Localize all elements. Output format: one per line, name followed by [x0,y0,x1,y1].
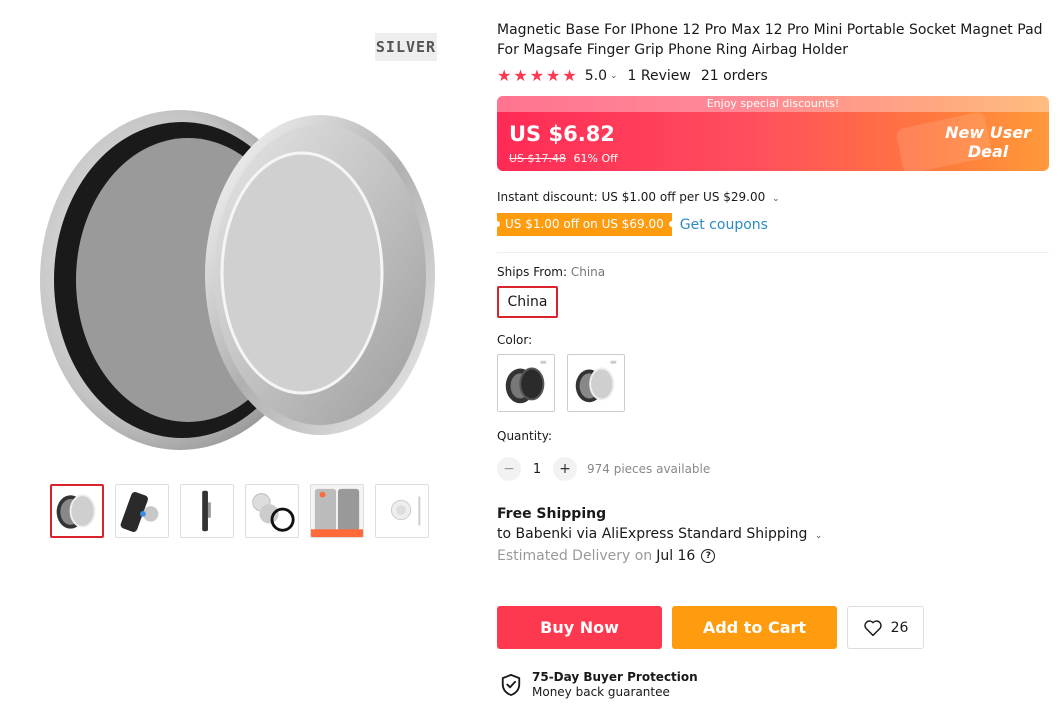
quantity-stepper: − 1 + 974 pieces available [497,457,1049,481]
rating-stars: ★ ★ ★ ★ ★ [497,68,577,84]
price-details: US $17.48 61% Off [509,152,618,165]
quantity-available: 974 pieces available [587,462,711,476]
thumbnail-strip [50,484,429,538]
product-title: Magnetic Base For IPhone 12 Pro Max 12 P… [497,22,1043,58]
product-info: Magnetic Base For IPhone 12 Pro Max 12 P… [494,20,1049,564]
star-icon: ★ [513,66,528,85]
star-icon: ★ [529,66,545,85]
buy-now-button[interactable]: Buy Now [497,606,662,649]
new-user-line1: New User [945,123,1031,142]
action-buttons: Buy Now Add to Cart 26 [497,606,924,649]
thumbnail-2[interactable] [115,484,169,538]
buyer-protection: 75-Day Buyer Protection Money back guara… [500,670,698,699]
color-option-black[interactable] [497,354,555,412]
color-label: Color: [497,333,533,347]
star-icon: ★ [497,66,512,85]
silver-variant-tag: SILVER [375,33,437,61]
wishlist-count: 26 [890,619,909,636]
chevron-down-icon: ⌄ [772,194,780,204]
new-user-line2: Deal [967,142,1009,161]
discount-banner-text: Enjoy special discounts! [497,96,1049,112]
coupon-row: US $1.00 off on US $69.00 Get coupons [494,213,1049,236]
color-options [497,354,1049,412]
reviews-link[interactable]: 1 Review [628,68,691,84]
new-user-deal-badge: New User Deal [945,123,1031,161]
protection-subtitle: Money back guarantee [532,685,670,699]
shipping-method-text: to Babenki via AliExpress Standard Shipp… [497,526,808,542]
thumbnail-5[interactable] [310,484,364,538]
thumbnail-1[interactable] [50,484,104,538]
orders-count: 21 orders [700,68,768,84]
ships-from-label: Ships From: China [497,265,1049,279]
quantity-label: Quantity: [497,429,553,443]
chevron-down-icon: ⌄ [814,531,823,541]
coupon-tag[interactable]: US $1.00 off on US $69.00 [494,213,675,236]
main-product-image[interactable] [20,25,440,465]
estimated-delivery-date: Jul 16 [656,548,696,564]
star-icon: ★ [546,66,561,85]
star-icon: ★ [562,66,577,85]
ships-from-text: Ships From: [497,265,568,279]
divider [497,252,1049,253]
quantity-decrease-button[interactable]: − [497,457,521,481]
rating-row: ★ ★ ★ ★ ★ 5.0 ⌄ 1 Review 21 orders [497,68,1049,85]
chevron-down-icon[interactable]: ⌄ [610,71,618,81]
quantity-increase-button[interactable]: + [553,457,577,481]
question-icon[interactable]: ? [701,549,716,563]
heart-icon [863,619,882,636]
get-coupons-link[interactable]: Get coupons [680,217,768,233]
ships-from-option-china[interactable]: China [497,286,558,318]
estimated-delivery: Estimated Delivery on Jul 16 ? [497,548,1049,564]
protection-text: 75-Day Buyer Protection Money back guara… [532,670,698,699]
quantity-value[interactable]: 1 [521,462,553,477]
wishlist-button[interactable]: 26 [847,606,924,649]
shield-check-icon [500,673,522,697]
free-shipping-label: Free Shipping [497,506,607,522]
discount-percent: 61% Off [573,152,618,165]
estimated-delivery-label: Estimated Delivery on [497,548,653,564]
price-banner: Enjoy special discounts! US $6.82 US $17… [497,96,1049,171]
add-to-cart-button[interactable]: Add to Cart [672,606,837,649]
thumbnail-4[interactable] [245,484,299,538]
ships-from-value: China [570,265,606,279]
thumbnail-3[interactable] [180,484,234,538]
rating-value[interactable]: 5.0 [585,68,607,84]
original-price: US $17.48 [509,152,567,165]
instant-discount-text: Instant discount: US $1.00 off per US $2… [497,190,766,204]
instant-discount[interactable]: Instant discount: US $1.00 off per US $2… [497,190,1049,204]
protection-title: 75-Day Buyer Protection [532,670,698,684]
thumbnail-6[interactable] [375,484,429,538]
color-option-silver[interactable] [567,354,625,412]
current-price: US $6.82 [509,122,615,146]
shipping-method[interactable]: to Babenki via AliExpress Standard Shipp… [497,526,1049,542]
